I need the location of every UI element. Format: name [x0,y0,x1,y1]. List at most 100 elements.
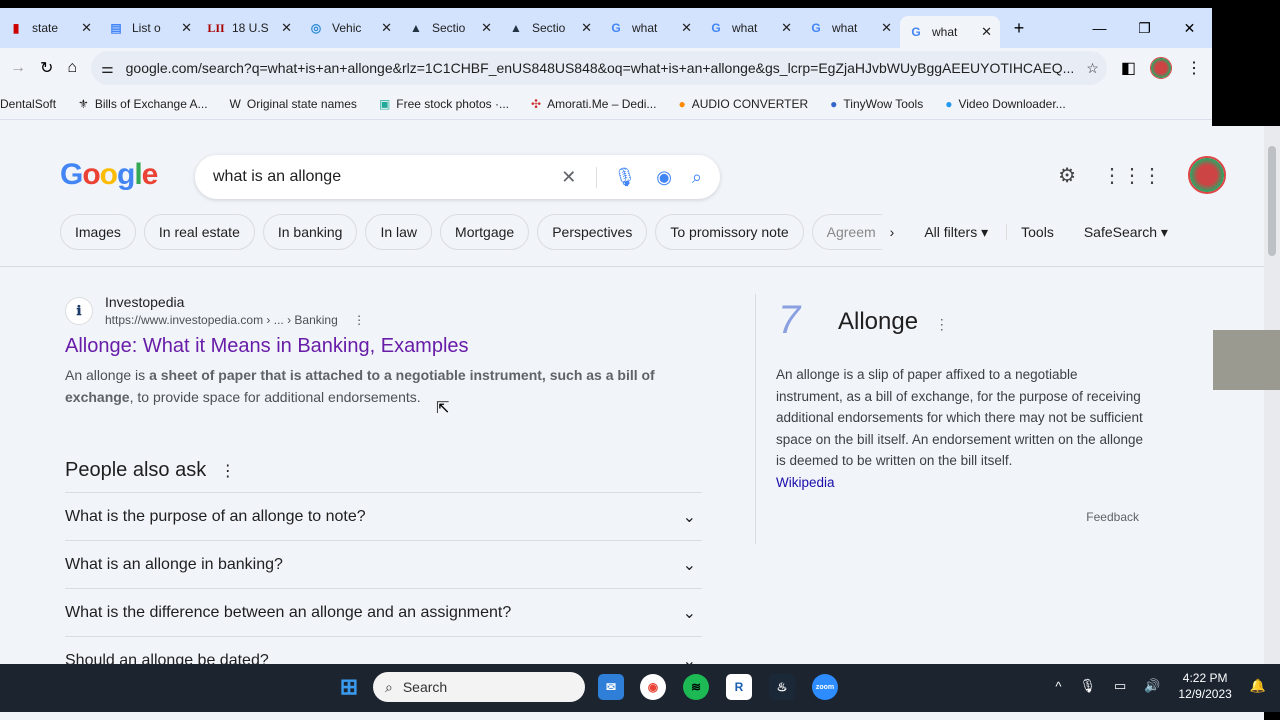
photo-icon: ▣ [378,96,391,111]
taskbar-search[interactable]: ⌕ Search [373,672,585,702]
clock[interactable]: 4:22 PM 12/9/2023 [1178,670,1231,702]
close-tab-icon[interactable]: ✕ [781,20,792,36]
chip[interactable]: To promissory note [655,214,804,250]
account-avatar[interactable] [1188,156,1226,194]
bookmark[interactable]: ✣ Amorati.Me – Dedi... [531,97,656,111]
address-bar[interactable]: ⚌ google.com/search?q=what+is+an+allonge&… [91,51,1107,85]
bookmarks-bar: DentalSoft ⚜ Bills of Exchange A... W Orig… [0,88,1212,120]
paa-question[interactable]: What is the purpose of an allonge to not… [65,492,702,540]
minimize-button[interactable]: — [1077,8,1122,48]
bookmark[interactable]: ● Video Downloader... [945,97,1065,111]
bookmark[interactable]: W Original state names [230,97,357,111]
close-window-button[interactable]: ✕ [1167,8,1212,48]
tab-strip: ▮ state ✕ ▤ List o ✕ LII 18 U.S ✕ ◎ Vehic ✕ ▲ Sec… [0,8,1212,48]
bookmark[interactable]: ● AUDIO CONVERTER [678,97,808,111]
microphone-icon[interactable]: 🎙 [1079,678,1096,694]
close-tab-icon[interactable]: ✕ [581,20,592,36]
bookmark[interactable]: ▣ Free stock photos ·... [379,97,509,111]
taskbar: ⊞ ⌕ Search ✉ ◉ ≋ R ♨ zoom ^ 🎙 ▭ 🔊 4:22 PM… [0,664,1280,712]
close-tab-icon[interactable]: ✕ [681,20,692,36]
forward-button[interactable]: → [10,59,26,77]
bookmark-star-icon[interactable]: ☆ [1086,60,1099,77]
close-tab-icon[interactable]: ✕ [881,20,892,36]
close-tab-icon[interactable]: ✕ [481,20,492,36]
chip[interactable]: Perspectives [537,214,648,250]
allonge-thumbnail[interactable]: 7 [778,298,818,348]
bar-chart-icon: ▮ [12,21,20,35]
scrollbar[interactable] [1264,126,1280,664]
google-logo[interactable]: Google [60,158,158,192]
profile-avatar[interactable] [1150,57,1172,79]
close-tab-icon[interactable]: ✕ [181,20,192,36]
menu-icon[interactable]: ⋮ [1186,58,1202,78]
tray-expand-icon[interactable]: ^ [1055,679,1061,694]
google-icon: G [711,21,721,35]
result-title-link[interactable]: Allonge: What it Means in Banking, Examp… [65,335,665,358]
more-options-icon[interactable]: ⋮ [220,463,236,480]
tab[interactable]: Gwhat ✕ [700,12,800,44]
mouse-cursor-icon: ⇱ [436,400,450,417]
tab[interactable]: ▮ state ✕ [0,12,100,44]
webcam-video [1213,330,1280,390]
volume-icon[interactable]: 🔊 [1144,678,1160,694]
reload-button[interactable]: ↻ [40,58,53,78]
tab-active[interactable]: Gwhat ✕ [900,16,1000,48]
site-info-icon[interactable]: ⚌ [101,60,114,77]
chip-images[interactable]: Images [60,214,136,250]
steam-icon[interactable]: ♨ [769,674,795,700]
settings-gear-icon[interactable]: ⚙ [1058,163,1076,188]
knowledge-panel: 7 Allonge ⋮ An allonge is a slip of pape… [755,294,1155,544]
restore-button[interactable]: ❐ [1122,8,1167,48]
feedback-link[interactable]: Feedback [1086,510,1139,524]
notification-bell-icon[interactable]: 🔔 [1250,678,1266,694]
lens-icon[interactable]: ◉ [656,167,672,188]
safesearch-button[interactable]: SafeSearch ▾ [1084,224,1168,241]
paa-question[interactable]: What is the difference between an allong… [65,588,702,636]
clear-icon[interactable]: ✕ [561,167,576,188]
network-icon[interactable]: ▭ [1114,678,1126,694]
chrome-icon[interactable]: ◉ [640,674,666,700]
amorati-icon: ✣ [531,96,542,111]
search-input[interactable]: what is an allonge ✕ 🎙 ◉ ⌕ [195,155,720,199]
apps-grid-icon[interactable]: ⋮⋮⋮ [1102,163,1162,188]
chip[interactable]: In banking [262,214,358,250]
chips-next-icon[interactable]: › [890,224,895,240]
search-icon[interactable]: ⌕ [692,167,702,188]
tab[interactable]: ▲ Sectio ✕ [500,12,600,44]
r-app-icon[interactable]: R [726,674,752,700]
toolbar: → ↻ ⌂ ⚌ google.com/search?q=what+is+an+al… [0,48,1212,88]
tab[interactable]: Gwhat ✕ [800,12,900,44]
side-panel-icon[interactable]: ◧ [1121,58,1136,78]
windows-start-icon[interactable]: ⊞ [336,674,362,700]
home-button[interactable]: ⌂ [67,59,77,77]
more-options-icon[interactable]: ⋮ [353,313,365,327]
tab[interactable]: ▤ List o ✕ [100,12,200,44]
bookmark[interactable]: ⚜ Bills of Exchange A... [78,97,208,111]
zoom-icon[interactable]: zoom [812,674,838,700]
tab[interactable]: Gwhat ✕ [600,12,700,44]
paa-question[interactable]: What is an allonge in banking? ⌄ [65,540,702,588]
mail-icon[interactable]: ✉ [598,674,624,700]
wikipedia-link[interactable]: Wikipedia [776,475,835,490]
bookmark[interactable]: ● TinyWow Tools [830,97,923,111]
close-tab-icon[interactable]: ✕ [381,20,392,36]
chip[interactable]: In real estate [143,214,255,250]
new-tab-button[interactable]: + [1006,15,1032,41]
chip[interactable]: Agreem [811,214,882,250]
more-options-icon[interactable]: ⋮ [935,316,949,332]
tab[interactable]: ▲ Sectio ✕ [400,12,500,44]
chip[interactable]: Mortgage [440,214,530,250]
spotify-icon[interactable]: ≋ [683,674,709,700]
people-also-ask: People also ask ⋮ What is the purpose of… [65,459,702,684]
microphone-icon[interactable]: 🎙 [596,166,636,188]
all-filters-button[interactable]: All filters ▾ [924,224,988,241]
chip[interactable]: In law [365,214,433,250]
close-tab-icon[interactable]: ✕ [981,24,992,40]
bookmark[interactable]: DentalSoft [0,97,56,111]
tab[interactable]: ◎ Vehic ✕ [300,12,400,44]
google-icon: G [911,25,921,39]
tools-button[interactable]: Tools [1006,224,1054,240]
tab[interactable]: LII 18 U.S ✕ [200,12,300,44]
close-tab-icon[interactable]: ✕ [81,20,92,36]
close-tab-icon[interactable]: ✕ [281,20,292,36]
